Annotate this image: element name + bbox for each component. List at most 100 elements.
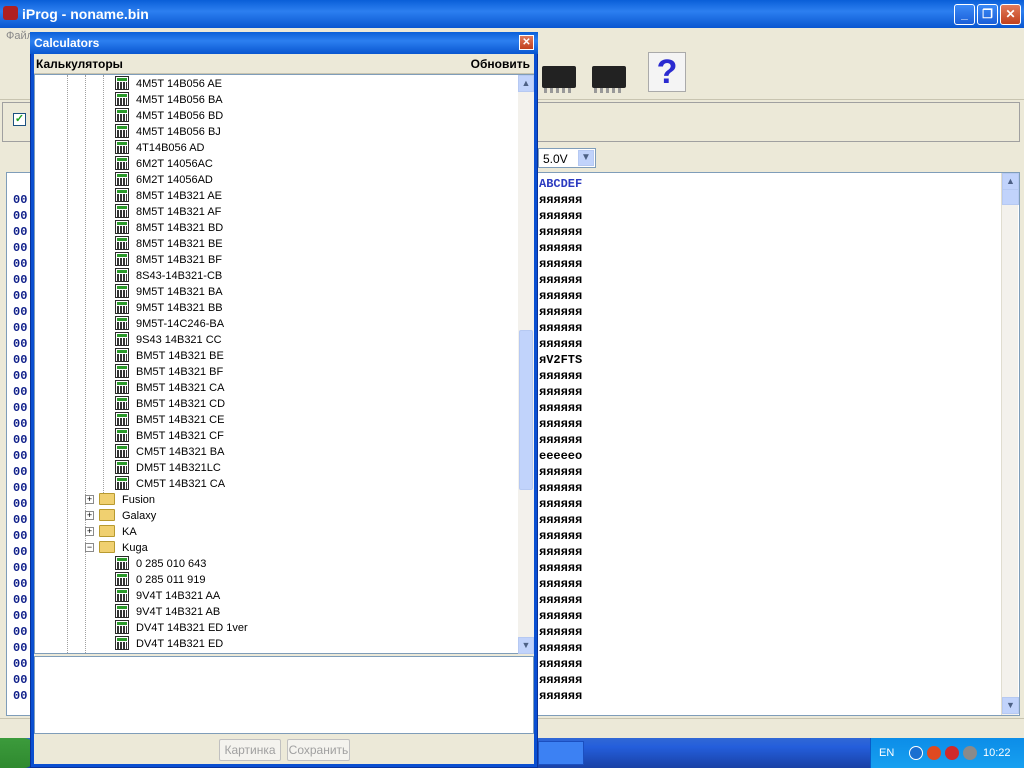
tree-expander-icon[interactable]: + <box>85 511 94 520</box>
save-button[interactable]: Сохранить <box>287 739 350 761</box>
tree-calculator-item[interactable]: 8M5T 14B321 BF <box>35 252 515 268</box>
hex-row-address: 00 <box>13 481 28 495</box>
calculator-icon <box>115 396 129 410</box>
hex-row-ascii: яяяяяя <box>539 369 583 383</box>
tree-item-label: BM5T 14B321 BE <box>136 350 224 362</box>
tree-calculator-item[interactable]: DV4T 14B321 ED <box>35 636 515 652</box>
tree-scroll-up-icon[interactable]: ▲ <box>518 75 534 92</box>
tree-expander-icon[interactable]: + <box>85 527 94 536</box>
hex-scrollbar[interactable]: ▲ ▼ <box>1001 173 1019 715</box>
hex-row-ascii: яяяяяя <box>539 289 583 303</box>
language-indicator[interactable]: EN <box>879 747 894 759</box>
tree-folder-item[interactable]: − Kuga <box>35 540 515 556</box>
taskbar-window-button[interactable] <box>538 741 584 765</box>
hex-row-ascii: яV2FTS <box>539 353 583 367</box>
picture-button[interactable]: Картинка <box>219 739 281 761</box>
help-button[interactable]: ? <box>648 52 686 92</box>
hex-row-ascii: яяяяяя <box>539 385 583 399</box>
tree-expander-icon[interactable]: − <box>85 543 94 552</box>
tree-calculator-item[interactable]: 9V4T 14B321 AB <box>35 604 515 620</box>
option-checkbox[interactable]: ✓ <box>13 113 26 126</box>
tree-calculator-item[interactable]: BM5T 14B321 CF <box>35 428 515 444</box>
tree-scroll-down-icon[interactable]: ▼ <box>518 637 534 654</box>
tray-security-icon[interactable] <box>927 746 941 760</box>
tree-item-label: BM5T 14B321 BF <box>136 366 224 378</box>
tree-folder-item[interactable]: + Fusion <box>35 492 515 508</box>
tree-calculator-item[interactable]: DV4T 14B321 ED 1ver <box>35 620 515 636</box>
calculator-icon <box>115 76 129 90</box>
calculator-icon <box>115 220 129 234</box>
tree-calculator-item[interactable]: 9V4T 14B321 AA <box>35 588 515 604</box>
tree-item-label: Galaxy <box>122 510 157 522</box>
hex-row-ascii: яяяяяя <box>539 529 583 543</box>
tree-item-label: 9S43 14B321 CC <box>136 334 222 346</box>
tree-calculator-item[interactable]: CM5T 14B321 CA <box>35 476 515 492</box>
tree-calculator-item[interactable]: 4T14B056 AD <box>35 140 515 156</box>
dialog-header: Калькуляторы Обновить <box>34 54 534 74</box>
tree-folder-item[interactable]: + Galaxy <box>35 508 515 524</box>
calculator-icon <box>115 444 129 458</box>
hex-row-address: 00 <box>13 529 28 543</box>
tree-calculator-item[interactable]: BM5T 14B321 BE <box>35 348 515 364</box>
tree-expander-icon[interactable]: + <box>85 495 94 504</box>
minimize-button[interactable]: _ <box>954 4 975 25</box>
hex-row-address: 00 <box>13 385 28 399</box>
tree-item-label: 9M5T-14C246-BA <box>136 318 225 330</box>
chip-tools-button[interactable] <box>536 52 582 96</box>
tree-scroll-thumb[interactable] <box>519 330 533 490</box>
tree-calculator-item[interactable]: 0 285 010 643 <box>35 556 515 572</box>
tree-calculator-item[interactable]: 8M5T 14B321 BD <box>35 220 515 236</box>
scroll-down-icon[interactable]: ▼ <box>1002 697 1019 714</box>
scroll-up-icon[interactable]: ▲ <box>1002 173 1019 190</box>
hex-row-ascii: яяяяяя <box>539 305 583 319</box>
tree-calculator-item[interactable]: 9M5T 14B321 BB <box>35 300 515 316</box>
tree-calculator-item[interactable]: 8M5T 14B321 AF <box>35 204 515 220</box>
hex-row-ascii: яяяяяя <box>539 257 583 271</box>
start-button[interactable] <box>0 738 34 768</box>
tree-calculator-item[interactable]: 8M5T 14B321 BE <box>35 236 515 252</box>
calculator-icon <box>115 588 129 602</box>
tree-calculator-item[interactable]: 6M2T 14056AC <box>35 156 515 172</box>
close-button[interactable]: ✕ <box>1000 4 1021 25</box>
dialog-close-button[interactable]: ✕ <box>519 35 534 50</box>
tray-arrow-icon[interactable] <box>909 746 923 760</box>
chip-info-button[interactable] <box>586 52 632 96</box>
scroll-thumb[interactable] <box>1002 189 1019 205</box>
tray-shield-icon[interactable] <box>945 746 959 760</box>
tree-calculator-item[interactable]: 9M5T-14C246-BA <box>35 316 515 332</box>
voltage-select[interactable]: 5.0V ▼ <box>538 148 596 168</box>
app-titlebar[interactable]: iProg - noname.bin _ ❐ ✕ <box>0 0 1024 28</box>
hex-row-ascii: яяяяяя <box>539 513 583 527</box>
calculator-icon <box>115 108 129 122</box>
tree-calculator-item[interactable]: 4M5T 14B056 AE <box>35 76 515 92</box>
maximize-button[interactable]: ❐ <box>977 4 998 25</box>
tree-calculator-item[interactable]: 9M5T 14B321 BA <box>35 284 515 300</box>
tree-calculator-item[interactable]: BM5T 14B321 CE <box>35 412 515 428</box>
tree-calculator-item[interactable]: 0 285 011 919 <box>35 572 515 588</box>
tree-calculator-item[interactable]: BM5T 14B321 CA <box>35 380 515 396</box>
tree-calculator-item[interactable]: 4M5T 14B056 BD <box>35 108 515 124</box>
chevron-down-icon[interactable]: ▼ <box>578 150 594 166</box>
menu-file[interactable]: Файл <box>6 30 33 42</box>
calculator-icon <box>115 572 129 586</box>
tree-folder-item[interactable]: + KA <box>35 524 515 540</box>
clock: 10:22 <box>983 747 1011 759</box>
hex-row-ascii: яяяяяя <box>539 209 583 223</box>
hex-row-ascii: яяяяяя <box>539 225 583 239</box>
hex-row-address: 00 <box>13 225 28 239</box>
tree-calculator-item[interactable]: 6M2T 14056AD <box>35 172 515 188</box>
refresh-button[interactable]: Обновить <box>471 57 530 71</box>
tree-calculator-item[interactable]: DM5T 14B321LC <box>35 460 515 476</box>
tree-calculator-item[interactable]: 9S43 14B321 CC <box>35 332 515 348</box>
tree-calculator-item[interactable]: 4M5T 14B056 BA <box>35 92 515 108</box>
dialog-titlebar[interactable]: Calculators ✕ <box>30 32 538 54</box>
folder-icon <box>99 509 115 521</box>
tree-calculator-item[interactable]: 4M5T 14B056 BJ <box>35 124 515 140</box>
tray-app-icon[interactable] <box>963 746 977 760</box>
calculator-tree[interactable]: 4M5T 14B056 AE 4M5T 14B056 BA 4M5T 14B056 … <box>34 74 534 654</box>
tree-calculator-item[interactable]: 8S43-14B321-CB <box>35 268 515 284</box>
tree-calculator-item[interactable]: BM5T 14B321 BF <box>35 364 515 380</box>
tree-calculator-item[interactable]: 8M5T 14B321 AE <box>35 188 515 204</box>
tree-calculator-item[interactable]: BM5T 14B321 CD <box>35 396 515 412</box>
tree-calculator-item[interactable]: CM5T 14B321 BA <box>35 444 515 460</box>
